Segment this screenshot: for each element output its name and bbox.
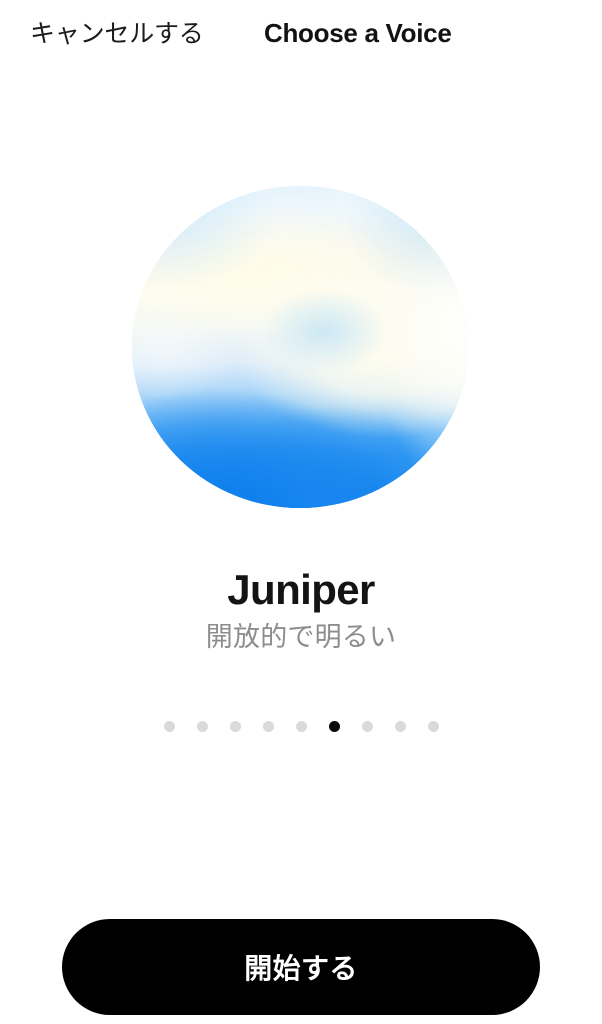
voice-name: Juniper: [227, 566, 375, 613]
choose-a-voice-screen: キャンセルする Choose a Voice Juniper 開放的で明るい 開…: [0, 0, 602, 1024]
pagination-dot-active[interactable]: [328, 720, 340, 732]
pagination-dot[interactable]: [229, 720, 241, 732]
pagination-dot[interactable]: [163, 720, 175, 732]
pagination-dots: [0, 716, 602, 736]
pagination-dot[interactable]: [361, 720, 373, 732]
page-title: Choose a Voice: [264, 18, 452, 48]
voice-description: 開放的で明るい: [205, 622, 397, 652]
orb-rim-highlight: [132, 186, 468, 508]
voice-orb-gradient: [132, 186, 468, 508]
voice-orb[interactable]: [132, 186, 468, 508]
pagination-dot[interactable]: [196, 720, 208, 732]
cancel-button[interactable]: キャンセルする: [30, 16, 204, 52]
start-button[interactable]: 開始する: [62, 919, 540, 1015]
pagination-dot[interactable]: [394, 720, 406, 732]
pagination-dot[interactable]: [427, 720, 439, 732]
pagination-dot[interactable]: [262, 720, 274, 732]
header-bar: キャンセルする Choose a Voice: [0, 0, 602, 72]
pagination-dot[interactable]: [295, 720, 307, 732]
